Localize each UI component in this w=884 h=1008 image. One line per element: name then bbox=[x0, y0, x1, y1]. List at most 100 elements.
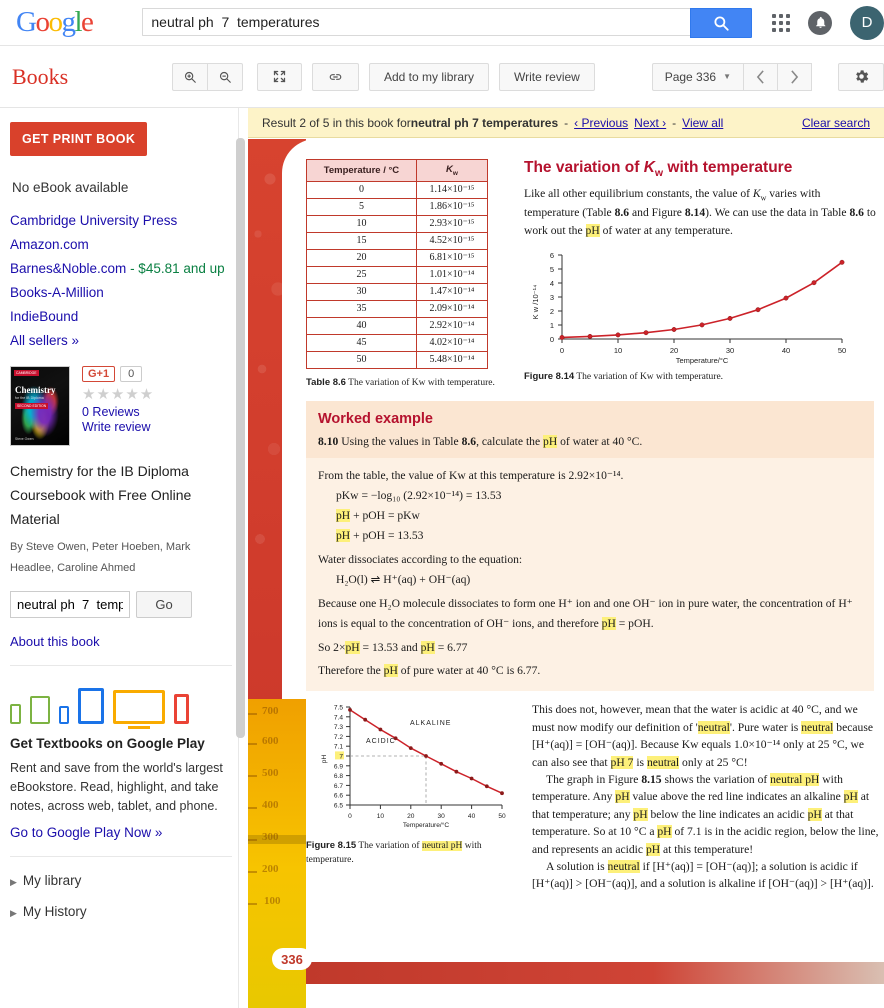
no-ebook-label: No eBook available bbox=[12, 180, 129, 195]
rp2-a: The graph in Figure bbox=[546, 772, 642, 786]
svg-text:0: 0 bbox=[560, 346, 564, 355]
table-caption: Table 8.6 The variation of Kw with tempe… bbox=[306, 376, 506, 391]
rp2-d: value above the red line indicates an al… bbox=[629, 790, 844, 804]
section-heading: The variation of Kw with temperature bbox=[524, 159, 793, 180]
cell-kw: 1.86×10⁻¹⁵ bbox=[415, 197, 489, 216]
seller-link[interactable]: Amazon.com bbox=[10, 237, 232, 252]
search-input[interactable] bbox=[142, 7, 691, 36]
worked-q-ref: 8.6 bbox=[461, 434, 477, 448]
add-to-library-button[interactable]: Add to my library bbox=[369, 62, 490, 91]
seller-link[interactable]: Cambridge University Press bbox=[10, 213, 232, 228]
page-selector[interactable]: Page 336 ▼ bbox=[651, 62, 744, 91]
highlight-ph: pH bbox=[336, 508, 351, 522]
cover-title: Chemistry bbox=[15, 385, 56, 395]
rating-stars: ★★★★★ bbox=[82, 386, 155, 403]
write-review-link[interactable]: Write review bbox=[82, 420, 154, 434]
cell-kw: 1.14×10⁻¹⁵ bbox=[415, 180, 489, 199]
svg-text:50: 50 bbox=[838, 346, 846, 355]
google-play-link[interactable]: Go to Google Play Now » bbox=[10, 825, 232, 840]
search-icon bbox=[714, 15, 730, 31]
clear-search-link[interactable]: Clear search bbox=[802, 116, 870, 130]
search-button[interactable] bbox=[690, 7, 753, 38]
svg-text:20: 20 bbox=[407, 813, 415, 820]
reader-pane: Result 2 of 5 in this book for neutral p… bbox=[248, 108, 884, 1008]
svg-text:40: 40 bbox=[782, 346, 790, 355]
worked-line-5-a: Therefore the bbox=[318, 664, 384, 678]
tablet-blue-icon bbox=[78, 688, 104, 725]
seller-label: Amazon.com bbox=[10, 237, 89, 252]
table-row: 20 6.81×10⁻¹⁵ bbox=[306, 248, 489, 267]
zoom-in-icon bbox=[184, 71, 196, 83]
highlight-neutral-ph: neutral pH bbox=[421, 841, 463, 852]
right-paragraph-2: The graph in Figure 8.15 shows the varia… bbox=[532, 771, 880, 858]
rp2-i: at this temperature! bbox=[660, 842, 754, 856]
svg-text:4: 4 bbox=[550, 279, 554, 288]
cell-temperature: 25 bbox=[306, 265, 417, 284]
google-logo[interactable]: Google bbox=[10, 6, 94, 39]
book-page-canvas[interactable]: 700 600 500 400 300 200 100 336 Temperat… bbox=[248, 139, 884, 1008]
write-review-button[interactable]: Write review bbox=[499, 62, 595, 91]
intro-text-3: and Figure bbox=[629, 206, 685, 220]
avatar[interactable]: D bbox=[850, 5, 884, 40]
seller-link[interactable]: IndieBound bbox=[10, 309, 232, 324]
gplus-button[interactable]: G+1 bbox=[82, 366, 116, 382]
next-result-link[interactable]: Next › bbox=[634, 116, 666, 130]
cylinder-tick: 700 bbox=[262, 705, 279, 717]
figure-8-14-caption-text: The variation of Kw with temperature. bbox=[574, 372, 724, 383]
sellers-list: Cambridge University Press Amazon.com Ba… bbox=[10, 213, 232, 348]
reviews-link[interactable]: 0 Reviews bbox=[82, 405, 154, 419]
zoom-in-button[interactable] bbox=[172, 62, 208, 91]
right-paragraph-3: A solution is neutral if [H⁺(aq)] = [OH⁻… bbox=[532, 858, 880, 893]
my-library-item[interactable]: ▶ My library bbox=[10, 873, 232, 888]
cover-publisher-tag: CAMBRIDGE bbox=[14, 370, 39, 376]
previous-result-link[interactable]: ‹ Previous bbox=[574, 116, 628, 130]
equation-1: pKw = −log₁₀ (2.92×10⁻¹⁴) = 13.53 bbox=[336, 488, 502, 502]
zoom-out-icon bbox=[219, 71, 231, 83]
sidebar-separator bbox=[10, 665, 232, 667]
rp1-d: is bbox=[633, 755, 647, 769]
sidebar: GET PRINT BOOK No eBook available Cambri… bbox=[0, 108, 248, 1008]
apps-grid-icon[interactable] bbox=[772, 13, 790, 32]
sidebar-separator-2 bbox=[10, 856, 232, 858]
my-history-item[interactable]: ▶ My History bbox=[10, 904, 232, 919]
svg-text:7.2: 7.2 bbox=[334, 734, 343, 741]
chevron-right-icon bbox=[791, 69, 799, 84]
triangle-right-icon: ▶ bbox=[10, 877, 17, 888]
notification-bell-icon[interactable] bbox=[808, 10, 832, 35]
fullscreen-icon bbox=[273, 70, 286, 83]
link-button[interactable] bbox=[312, 62, 359, 91]
svg-text:ACIDIC: ACIDIC bbox=[366, 738, 396, 745]
highlight-ph: pH bbox=[615, 790, 630, 804]
intro-column: The variation of Kw with temperature Lik… bbox=[524, 159, 876, 391]
svg-text:2: 2 bbox=[550, 307, 554, 316]
view-all-link[interactable]: View all bbox=[682, 116, 723, 130]
sidebar-scrollbar[interactable] bbox=[236, 138, 245, 738]
cell-kw: 1.47×10⁻¹⁴ bbox=[415, 282, 489, 301]
settings-button[interactable] bbox=[838, 62, 884, 91]
rp1-b: '. Pure water is bbox=[729, 720, 802, 734]
fullscreen-button[interactable] bbox=[257, 62, 302, 91]
book-search-input[interactable] bbox=[10, 591, 130, 619]
worked-example-number: 8.10 bbox=[318, 434, 339, 448]
get-print-book-button[interactable]: GET PRINT BOOK bbox=[10, 122, 148, 156]
svg-text:0: 0 bbox=[550, 335, 554, 344]
phone-blue-icon bbox=[59, 706, 69, 725]
books-logo[interactable]: Books bbox=[12, 64, 172, 90]
all-sellers-link[interactable]: All sellers » bbox=[10, 333, 232, 348]
seller-link[interactable]: Books-A-Million bbox=[10, 285, 232, 300]
svg-text:3: 3 bbox=[550, 293, 554, 302]
next-page-button[interactable] bbox=[778, 62, 812, 91]
worked-example-header: Worked example 8.10 Using the values in … bbox=[306, 400, 874, 459]
book-search-go-button[interactable]: Go bbox=[136, 591, 192, 619]
about-this-book-link[interactable]: About this book bbox=[10, 634, 232, 649]
zoom-out-button[interactable] bbox=[207, 62, 243, 91]
svg-text:50: 50 bbox=[498, 813, 506, 820]
rp3-a: A solution is bbox=[546, 859, 608, 873]
book-cover[interactable]: CAMBRIDGE Chemistry for the IB Diploma S… bbox=[10, 366, 70, 446]
table-row: 45 4.02×10⁻¹⁴ bbox=[306, 333, 489, 352]
table-caption-label: Table 8.6 bbox=[306, 376, 346, 388]
highlight-ph-7: pH 7 bbox=[610, 755, 634, 769]
previous-page-button[interactable] bbox=[744, 62, 778, 91]
zoom-button-group bbox=[172, 62, 243, 91]
seller-link[interactable]: Barnes&Noble.com - $45.81 and up bbox=[10, 261, 232, 276]
